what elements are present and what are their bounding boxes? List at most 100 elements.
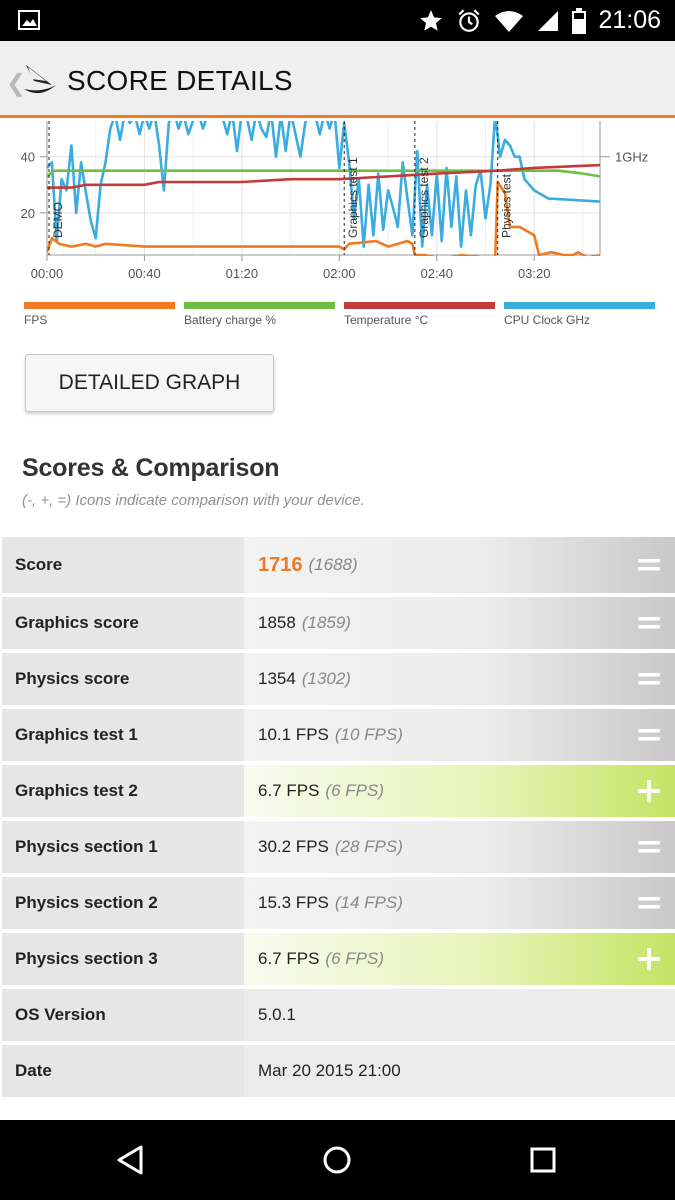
result-reference: (14 FPS) bbox=[334, 893, 403, 912]
result-row-date: Date Mar 20 2015 21:00 bbox=[2, 1041, 675, 1097]
result-value-cell: 5.0.1 bbox=[244, 989, 675, 1041]
x-tick-label: 00:00 bbox=[31, 266, 64, 281]
legend-label: FPS bbox=[24, 313, 48, 327]
3dmark-logo-icon[interactable] bbox=[22, 59, 58, 99]
result-label: Date bbox=[2, 1045, 244, 1097]
result-value-cell: 30.2 FPS (28 FPS) bbox=[244, 821, 675, 873]
result-row-physics-section-3: Physics section 3 6.7 FPS (6 FPS) bbox=[2, 929, 675, 985]
series-line-fps bbox=[47, 180, 601, 256]
right-axis-label: 1GHz bbox=[615, 150, 648, 165]
y-tick-label: 40 bbox=[21, 150, 35, 165]
result-row-score: Score 1716 (1688) bbox=[2, 533, 675, 593]
result-value-cell: 1716 (1688) bbox=[244, 537, 675, 593]
section-title: Scores & Comparison bbox=[22, 454, 280, 482]
phase-marker-label: Graphics test 2 bbox=[417, 157, 431, 238]
result-row-physics-section-2: Physics section 2 15.3 FPS (14 FPS) bbox=[2, 873, 675, 929]
wifi-icon bbox=[495, 10, 524, 32]
battery-icon bbox=[572, 7, 587, 34]
status-time: 21:06 bbox=[598, 6, 661, 34]
result-row-graphics-score: Graphics score 1858 (1859) bbox=[2, 593, 675, 649]
recents-icon[interactable] bbox=[523, 1140, 563, 1180]
result-row-graphics-test-1: Graphics test 1 10.1 FPS (10 FPS) bbox=[2, 705, 675, 761]
results-table: Score 1716 (1688) Graphics score 1858 (1859) P… bbox=[2, 533, 675, 1097]
legend-label: CPU Clock GHz bbox=[504, 313, 591, 327]
app-header: ❮ SCORE DETAILS bbox=[0, 41, 675, 118]
result-row-physics-score: Physics score 1354 (1302) bbox=[2, 649, 675, 705]
section-subtitle: (-, +, =) Icons indicate comparison with… bbox=[22, 492, 365, 509]
legend-label: Battery charge % bbox=[184, 313, 277, 327]
plus-icon bbox=[635, 777, 663, 805]
back-icon[interactable] bbox=[110, 1140, 150, 1180]
result-row-graphics-test-2: Graphics test 2 6.7 FPS (6 FPS) bbox=[2, 761, 675, 817]
phase-marker-label: Physics test bbox=[500, 173, 514, 238]
equal-icon bbox=[635, 721, 663, 749]
result-label: Physics score bbox=[2, 653, 244, 705]
result-value: 30.2 FPS bbox=[258, 837, 329, 856]
result-value-cell: Mar 20 2015 21:00 bbox=[244, 1045, 675, 1097]
result-value: 6.7 FPS bbox=[258, 949, 320, 968]
equal-icon bbox=[635, 551, 663, 579]
result-label: Graphics test 2 bbox=[2, 765, 244, 817]
result-label: Graphics test 1 bbox=[2, 709, 244, 761]
navigation-bar bbox=[0, 1120, 675, 1200]
result-reference: (28 FPS) bbox=[334, 837, 403, 856]
result-row-physics-section-1: Physics section 1 30.2 FPS (28 FPS) bbox=[2, 817, 675, 873]
score-details-content[interactable]: 00:00 00:40 01:20 02:00 02:40 03:20 20 40 1GHz DE… bbox=[0, 121, 675, 1120]
equal-icon bbox=[635, 665, 663, 693]
legend-item: Temperature °C bbox=[344, 302, 495, 332]
result-label: Score bbox=[2, 537, 244, 593]
x-tick-label: 02:40 bbox=[421, 266, 454, 281]
legend-swatch bbox=[504, 302, 655, 309]
result-reference: (6 FPS) bbox=[325, 781, 384, 800]
equal-icon bbox=[635, 609, 663, 637]
x-tick-label: 01:20 bbox=[226, 266, 259, 281]
result-row-os-version: OS Version 5.0.1 bbox=[2, 985, 675, 1041]
result-value: 1354 bbox=[258, 669, 296, 688]
x-tick-label: 00:40 bbox=[128, 266, 161, 281]
legend-swatch bbox=[184, 302, 335, 309]
plus-icon bbox=[635, 945, 663, 973]
equal-icon bbox=[635, 833, 663, 861]
result-value: 15.3 FPS bbox=[258, 893, 329, 912]
series-line-temperature-c bbox=[47, 163, 601, 189]
result-reference: (1302) bbox=[301, 669, 351, 688]
result-reference: (1688) bbox=[308, 555, 358, 574]
legend-item: CPU Clock GHz bbox=[504, 302, 655, 332]
result-value-cell: 15.3 FPS (14 FPS) bbox=[244, 877, 675, 929]
page-title: SCORE DETAILS bbox=[67, 65, 293, 96]
result-reference: (6 FPS) bbox=[325, 949, 384, 968]
legend-swatch bbox=[24, 302, 175, 309]
result-label: Physics section 1 bbox=[2, 821, 244, 873]
result-value-cell: 6.7 FPS (6 FPS) bbox=[244, 765, 675, 817]
y-tick-label: 20 bbox=[21, 206, 35, 221]
result-value-cell: 10.1 FPS (10 FPS) bbox=[244, 709, 675, 761]
equal-icon bbox=[635, 889, 663, 917]
x-tick-label: 03:20 bbox=[518, 266, 551, 281]
result-value: 6.7 FPS bbox=[258, 781, 320, 800]
result-value-cell: 6.7 FPS (6 FPS) bbox=[244, 933, 675, 985]
legend-label: Temperature °C bbox=[344, 313, 429, 327]
result-label: Physics section 3 bbox=[2, 933, 244, 985]
chart-legend: FPS Battery charge % Temperature °C CPU Clo… bbox=[24, 302, 655, 332]
detailed-graph-button[interactable]: DETAILED GRAPH bbox=[25, 354, 274, 412]
phase-marker-label: Graphics test 1 bbox=[346, 157, 360, 238]
performance-chart: 00:00 00:40 01:20 02:00 02:40 03:20 20 40 1GHz DE… bbox=[21, 121, 648, 281]
image-notification-icon bbox=[18, 10, 40, 30]
result-value: Mar 20 2015 21:00 bbox=[258, 1061, 401, 1080]
phase-marker-label: DEMO bbox=[51, 202, 65, 238]
legend-item: FPS bbox=[24, 302, 175, 332]
alarm-icon bbox=[458, 8, 480, 32]
status-bar: 21:06 bbox=[0, 0, 675, 41]
result-value: 1716 bbox=[258, 553, 303, 576]
home-icon[interactable] bbox=[317, 1140, 357, 1180]
result-reference: (1859) bbox=[301, 613, 351, 632]
result-label: Graphics score bbox=[2, 597, 244, 649]
star-icon bbox=[420, 9, 443, 31]
result-value-cell: 1858 (1859) bbox=[244, 597, 675, 649]
legend-swatch bbox=[344, 302, 495, 309]
result-value: 1858 bbox=[258, 613, 296, 632]
result-value-cell: 1354 (1302) bbox=[244, 653, 675, 705]
x-tick-label: 02:00 bbox=[323, 266, 356, 281]
result-value: 10.1 FPS bbox=[258, 725, 329, 744]
result-value: 5.0.1 bbox=[258, 1005, 296, 1024]
